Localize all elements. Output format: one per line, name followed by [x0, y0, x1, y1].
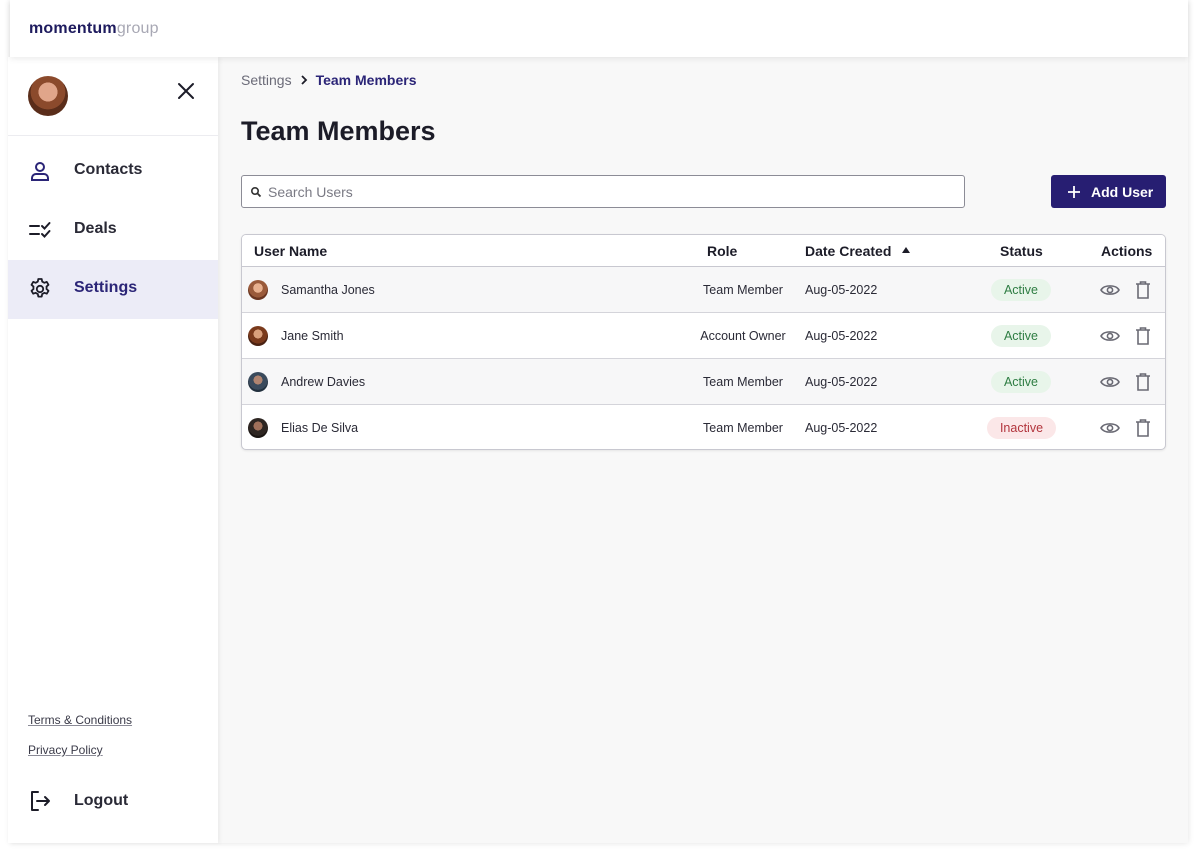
trash-icon[interactable]	[1135, 281, 1151, 299]
user-name: Andrew Davies	[281, 375, 366, 389]
view-eye-icon[interactable]	[1100, 373, 1120, 391]
user-name: Elias De Silva	[281, 421, 359, 435]
column-header-user-name[interactable]: User Name	[254, 243, 327, 259]
breadcrumb-current: Team Members	[315, 72, 417, 88]
column-header-role[interactable]: Role	[707, 243, 737, 259]
view-eye-icon[interactable]	[1100, 281, 1120, 299]
chevron-right-icon	[300, 75, 307, 85]
date-created: Aug-05-2022	[805, 375, 878, 389]
date-created: Aug-05-2022	[805, 283, 878, 297]
sidebar-item-deals[interactable]: Deals	[8, 201, 218, 260]
user-role: Team Member	[703, 283, 783, 297]
trash-icon[interactable]	[1135, 419, 1151, 437]
main-content: Settings Team Members Team Members Add U…	[218, 57, 1188, 843]
app-window: momentumgroup Contacts Deals Settings Te…	[8, 0, 1188, 843]
status-badge: Inactive	[987, 417, 1056, 439]
sidebar-item-contacts[interactable]: Contacts	[8, 142, 218, 201]
sidebar: Contacts Deals Settings Terms & Conditio…	[8, 57, 218, 843]
trash-icon[interactable]	[1135, 327, 1151, 345]
user-role: Account Owner	[700, 329, 786, 343]
view-eye-icon[interactable]	[1100, 419, 1120, 437]
table-row[interactable]: Elias De Silva Team Member Aug-05-2022 I…	[242, 405, 1165, 449]
view-eye-icon[interactable]	[1100, 327, 1120, 345]
status-badge: Active	[991, 325, 1051, 347]
user-role: Team Member	[703, 421, 783, 435]
team-members-table: User Name Role Date Created Status Actio…	[241, 234, 1166, 450]
sidebar-item-label: Deals	[74, 220, 117, 237]
column-header-actions: Actions	[1101, 243, 1153, 259]
sidebar-item-settings[interactable]: Settings	[8, 260, 218, 319]
privacy-link[interactable]: Privacy Policy	[28, 743, 103, 757]
sidebar-item-label: Settings	[74, 279, 138, 296]
sidebar-item-label: Contacts	[74, 161, 143, 178]
search-input[interactable]	[268, 176, 958, 207]
table-row[interactable]: Samantha Jones Team Member Aug-05-2022 A…	[242, 267, 1165, 313]
avatar[interactable]	[28, 76, 68, 116]
breadcrumb: Settings Team Members	[241, 72, 417, 88]
status-badge: Active	[991, 371, 1051, 393]
avatar	[248, 418, 268, 438]
search-box[interactable]	[241, 175, 965, 208]
brand-logo[interactable]: momentumgroup	[29, 20, 159, 38]
date-created: Aug-05-2022	[805, 329, 878, 343]
column-header-date-created[interactable]: Date Created	[805, 243, 891, 259]
search-icon	[250, 186, 262, 198]
table-row[interactable]: Jane Smith Account Owner Aug-05-2022 Act…	[242, 313, 1165, 359]
top-bar: momentumgroup	[10, 0, 1188, 57]
checklist-icon	[29, 222, 51, 238]
date-created: Aug-05-2022	[805, 421, 878, 435]
add-user-label: Add User	[1091, 183, 1154, 200]
close-icon	[178, 83, 194, 99]
terms-link[interactable]: Terms & Conditions	[28, 713, 132, 727]
close-button[interactable]	[174, 79, 198, 103]
logout-icon	[31, 791, 50, 811]
user-name: Jane Smith	[281, 329, 344, 343]
table-header: User Name Role Date Created Status Actio…	[242, 235, 1165, 267]
plus-icon	[1068, 185, 1080, 198]
avatar	[248, 280, 268, 300]
add-user-button[interactable]: Add User	[1051, 175, 1166, 208]
page-title: Team Members	[241, 116, 436, 146]
status-badge: Active	[991, 279, 1051, 301]
sort-ascending-icon[interactable]	[902, 247, 910, 253]
trash-icon[interactable]	[1135, 373, 1151, 391]
column-header-status[interactable]: Status	[1000, 243, 1043, 259]
person-icon	[31, 162, 49, 181]
profile-header	[8, 57, 218, 136]
logout-label: Logout	[74, 792, 129, 809]
gear-icon	[30, 278, 50, 298]
avatar	[248, 326, 268, 346]
logout-button[interactable]: Logout	[8, 779, 218, 825]
table-row[interactable]: Andrew Davies Team Member Aug-05-2022 Ac…	[242, 359, 1165, 405]
breadcrumb-settings-link[interactable]: Settings	[241, 72, 292, 88]
user-name: Samantha Jones	[281, 283, 375, 297]
user-role: Team Member	[703, 375, 783, 389]
avatar	[248, 372, 268, 392]
